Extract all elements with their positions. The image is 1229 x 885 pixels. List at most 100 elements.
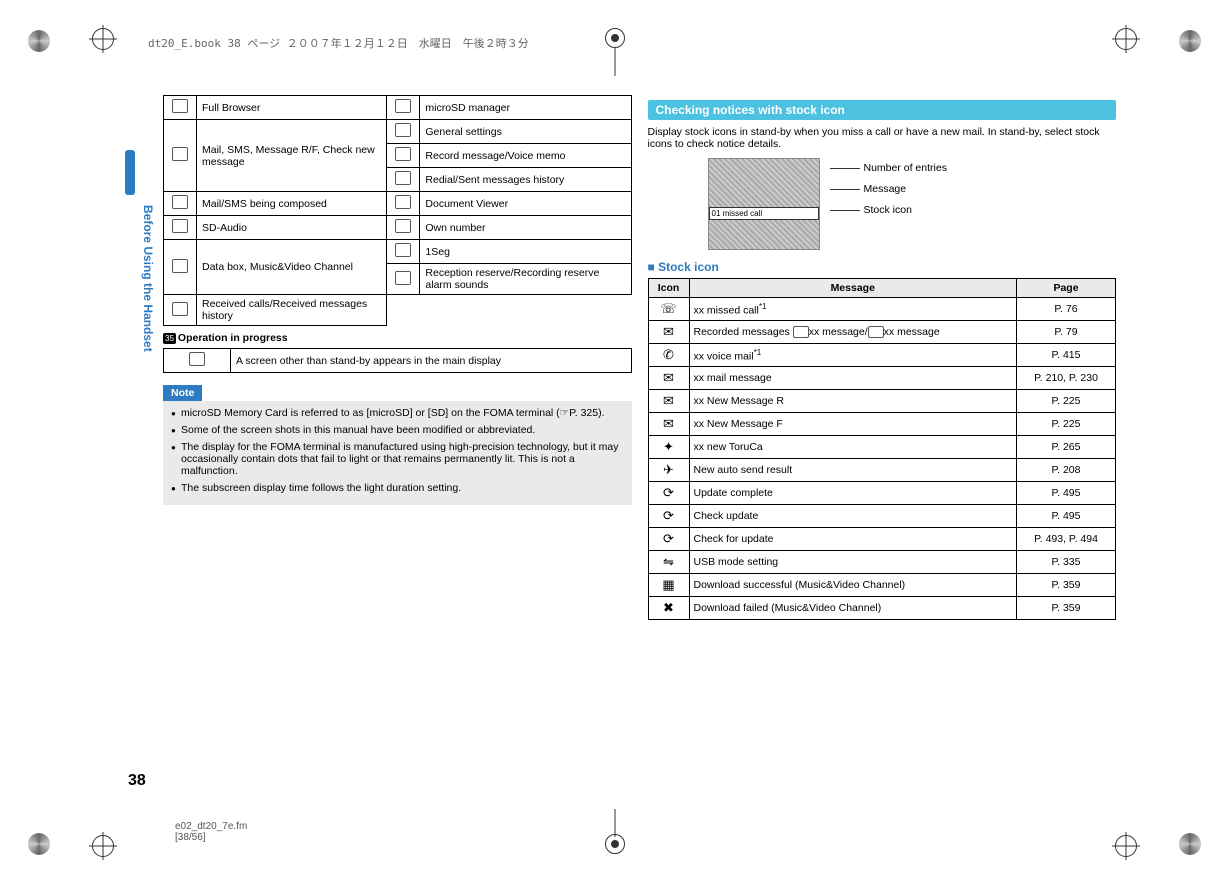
table-cell-page: P. 79 <box>1017 321 1116 344</box>
operation-table: A screen other than stand-by appears in … <box>163 348 632 373</box>
table-cell-icon <box>164 192 197 216</box>
table-cell: Data box, Music&Video Channel <box>197 240 387 295</box>
note-item: Some of the screen shots in this manual … <box>171 424 624 436</box>
illustration-wrap: 01 missed call Number of entries Message… <box>708 158 1117 250</box>
table-cell-icon: ⟳ <box>648 528 689 551</box>
table-cell-page: P. 225 <box>1017 390 1116 413</box>
table-cell-page: P. 359 <box>1017 574 1116 597</box>
stock-icon: ⟳ <box>663 508 674 523</box>
table-cell-page: P. 415 <box>1017 344 1116 367</box>
table-cell-icon: ⟳ <box>648 482 689 505</box>
table-cell-icon: ▦ <box>648 574 689 597</box>
app-icon <box>172 195 188 209</box>
app-icon <box>395 195 411 209</box>
registration-mark-icon <box>1179 30 1201 52</box>
table-cell-page: P. 335 <box>1017 551 1116 574</box>
table-cell-page: P. 495 <box>1017 482 1116 505</box>
callout-item: Stock icon <box>864 200 947 221</box>
stock-icon: ✉ <box>663 324 674 339</box>
note-item: microSD Memory Card is referred to as [m… <box>171 407 624 419</box>
table-cell-icon: ✉ <box>648 390 689 413</box>
table-cell: New auto send result <box>689 459 1017 482</box>
app-icon <box>172 147 188 161</box>
note-item: The display for the FOMA terminal is man… <box>171 441 624 477</box>
table-cell-page: P. 225 <box>1017 413 1116 436</box>
table-cell-icon <box>387 96 420 120</box>
table-cell-page: P. 210, P. 230 <box>1017 367 1116 390</box>
table-cell-page: P. 495 <box>1017 505 1116 528</box>
app-icon <box>172 219 188 233</box>
table-cell-icon <box>387 264 420 295</box>
step-number: 35 <box>163 333 176 344</box>
table-cell-icon: ✉ <box>648 321 689 344</box>
table-cell: xx New Message F <box>689 413 1017 436</box>
table-cell-icon <box>164 349 231 373</box>
table-cell-icon <box>164 240 197 295</box>
table-cell-icon: ⇋ <box>648 551 689 574</box>
illustration-banner: 01 missed call <box>709 207 819 220</box>
subsection-label: Operation in progress <box>178 332 288 344</box>
stock-icon: ⇋ <box>663 554 674 569</box>
callout-item: Number of entries <box>864 158 947 179</box>
table-cell-icon: ✆ <box>648 344 689 367</box>
stock-icon: ⟳ <box>663 531 674 546</box>
table-cell: Document Viewer <box>420 192 631 216</box>
table-cell-icon: ✈ <box>648 459 689 482</box>
table-cell-page: P. 208 <box>1017 459 1116 482</box>
table-cell-page: P. 493, P. 494 <box>1017 528 1116 551</box>
stock-icon: ✉ <box>663 416 674 431</box>
table-cell: xx New Message R <box>689 390 1017 413</box>
app-icon <box>395 243 411 257</box>
app-icon <box>172 302 188 316</box>
app-icon <box>172 99 188 113</box>
table-cell-page: P. 359 <box>1017 597 1116 620</box>
stock-icon: ⟳ <box>663 485 674 500</box>
app-icon <box>189 352 205 366</box>
table-cell-icon <box>164 120 197 192</box>
table-cell: Update complete <box>689 482 1017 505</box>
table-cell-icon <box>387 240 420 264</box>
app-icon <box>395 147 411 161</box>
superscript: *1 <box>754 348 762 357</box>
crosshair-icon <box>1115 28 1137 50</box>
crosshair-icon <box>92 835 114 857</box>
page-number: 38 <box>128 772 146 790</box>
table-cell: xx voice mail*1 <box>689 344 1017 367</box>
subsection-heading: 35Operation in progress <box>163 332 632 344</box>
superscript: *1 <box>759 302 767 311</box>
footer-line1: e02_dt20_7e.fm <box>175 821 247 832</box>
stock-icon: ✖ <box>663 600 674 615</box>
center-target-icon <box>605 834 625 857</box>
table-cell: SD-Audio <box>197 216 387 240</box>
table-cell: Check update <box>689 505 1017 528</box>
body-text: Display stock icons in stand-by when you… <box>648 126 1117 150</box>
table-cell: xx missed call*1 <box>689 298 1017 321</box>
table-cell-icon: ⟳ <box>648 505 689 528</box>
registration-mark-icon <box>28 833 50 855</box>
stock-icon-table: Icon Message Page ☏xx missed call*1P. 76… <box>648 278 1117 620</box>
table-cell: Mail, SMS, Message R/F, Check new messag… <box>197 120 387 192</box>
table-cell: USB mode setting <box>689 551 1017 574</box>
table-cell: Check for update <box>689 528 1017 551</box>
app-icon <box>395 171 411 185</box>
note-label: Note <box>163 385 202 401</box>
table-cell-icon: ✦ <box>648 436 689 459</box>
note-box: microSD Memory Card is referred to as [m… <box>163 401 632 505</box>
app-icon <box>172 259 188 273</box>
table-cell: A screen other than stand-by appears in … <box>231 349 632 373</box>
app-icon <box>395 219 411 233</box>
sidebar: Before Using the Handset <box>125 95 155 825</box>
table-cell: Redial/Sent messages history <box>420 168 631 192</box>
table-cell-icon <box>387 216 420 240</box>
app-icon <box>395 123 411 137</box>
table-cell-icon: ✉ <box>648 413 689 436</box>
table-cell-icon <box>387 144 420 168</box>
section-heading: Checking notices with stock icon <box>648 100 1117 120</box>
table-cell: 1Seg <box>420 240 631 264</box>
table-cell: Mail/SMS being composed <box>197 192 387 216</box>
registration-mark-icon <box>1179 833 1201 855</box>
table-header: Icon <box>648 279 689 298</box>
app-icon <box>395 271 411 285</box>
table-header: Message <box>689 279 1017 298</box>
table-cell-icon: ☏ <box>648 298 689 321</box>
